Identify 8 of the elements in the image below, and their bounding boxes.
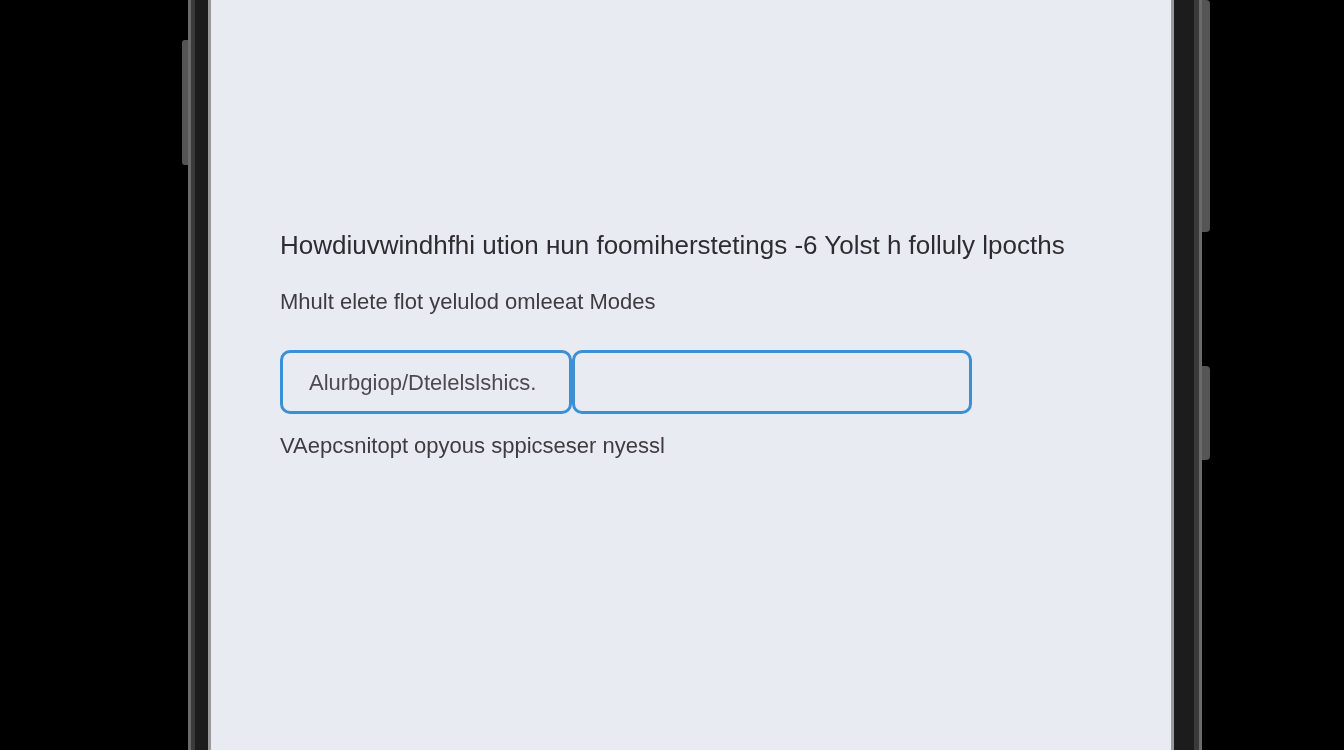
input-field[interactable] — [572, 350, 972, 414]
screen-title: Howdiuvwindhfhi ution ʜun foomiherstetings -6 Yolst h folluly lpocths — [280, 231, 1065, 259]
field-prefix[interactable]: Alurbgiop/Dtelelslshics. — [280, 350, 572, 414]
side-button[interactable] — [1202, 0, 1210, 232]
helper-text: VAepcsnitopt opyous sppicseser nyessl — [280, 434, 665, 458]
side-button[interactable] — [1202, 366, 1210, 460]
screen-subtitle: Mhult elete flot yelulod omleeat Modes — [280, 290, 656, 314]
side-button[interactable] — [182, 40, 188, 165]
